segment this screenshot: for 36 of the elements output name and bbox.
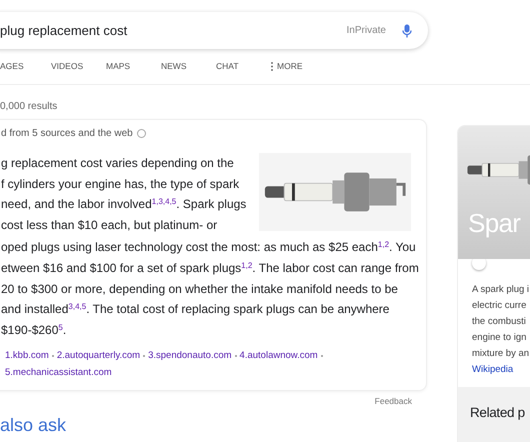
answer-text-line: $190-$260$^{5}$. xyxy=(1,322,68,340)
panel-text-line: the combusti xyxy=(472,315,527,329)
answer-text-line: oped plugs using laser technology cost the most: as much as $25 each$^{1,2}$. You xyxy=(1,239,417,256)
search-tab[interactable]: CHAT xyxy=(216,60,271,73)
search-tab[interactable]: NEWS xyxy=(161,60,216,73)
answer-text-line: need, and the labor involved$^{1,3,4,5}$. Spark plugs xyxy=(1,196,248,213)
panel-text-line: electric curre xyxy=(472,299,528,313)
source-link[interactable]: 4.autolawnow.com xyxy=(240,348,318,364)
search-tab[interactable]: MORE xyxy=(271,60,326,73)
answer-text-line: etween $16 and $100 for a set of spark plugs$^{1,2}$. The labor cost can range from xyxy=(1,260,420,277)
wikipedia-link[interactable]: Wikipedia xyxy=(472,362,530,378)
search-query: plug replacement cost xyxy=(0,22,128,40)
source-link[interactable]: 1.kbb.com xyxy=(5,348,49,364)
microphone-icon[interactable] xyxy=(402,24,412,38)
search-tab[interactable]: VIDEOS xyxy=(51,60,106,73)
source-link[interactable]: 5.mechanicassistant.com xyxy=(5,366,112,380)
search-tab[interactable]: MAPS xyxy=(106,60,161,73)
panel-text-line: mixture by an xyxy=(472,347,530,361)
answer-text-line: and installed$^{3,4,5}$. The total cost of replacing spark plugs can be anywhere xyxy=(1,301,390,318)
answer-text-line: cost less than $10 each, but platinum- or xyxy=(1,216,218,234)
answer-text-line: f cylinders your engine has, the type of spark xyxy=(1,176,240,192)
source-link[interactable]: 3.spendonauto.com xyxy=(148,348,232,364)
related-heading: Related p xyxy=(470,405,525,420)
inprivate-label: InPrivate xyxy=(346,24,386,38)
panel-text-line: A spark plug i xyxy=(472,283,530,297)
source-link[interactable]: 2.autoquarterly.com xyxy=(56,348,140,364)
panel-text-line: engine to ign xyxy=(472,331,528,345)
result-count: 0,000 results xyxy=(0,100,58,114)
info-icon[interactable] xyxy=(136,129,146,138)
search-tab[interactable]: AGES xyxy=(0,60,51,73)
answer-header: d from 5 sources and the web xyxy=(1,127,133,141)
answer-text-line: 20 to $300 or more, depending on whether the intake manifold needs to be xyxy=(1,280,399,298)
search-field[interactable]: plug replacement cost InPrivate xyxy=(0,12,428,49)
section-heading: also ask xyxy=(0,414,68,436)
feedback-link[interactable]: Feedback xyxy=(374,395,412,408)
answer-text-line: g replacement cost varies depending on the xyxy=(1,155,235,172)
